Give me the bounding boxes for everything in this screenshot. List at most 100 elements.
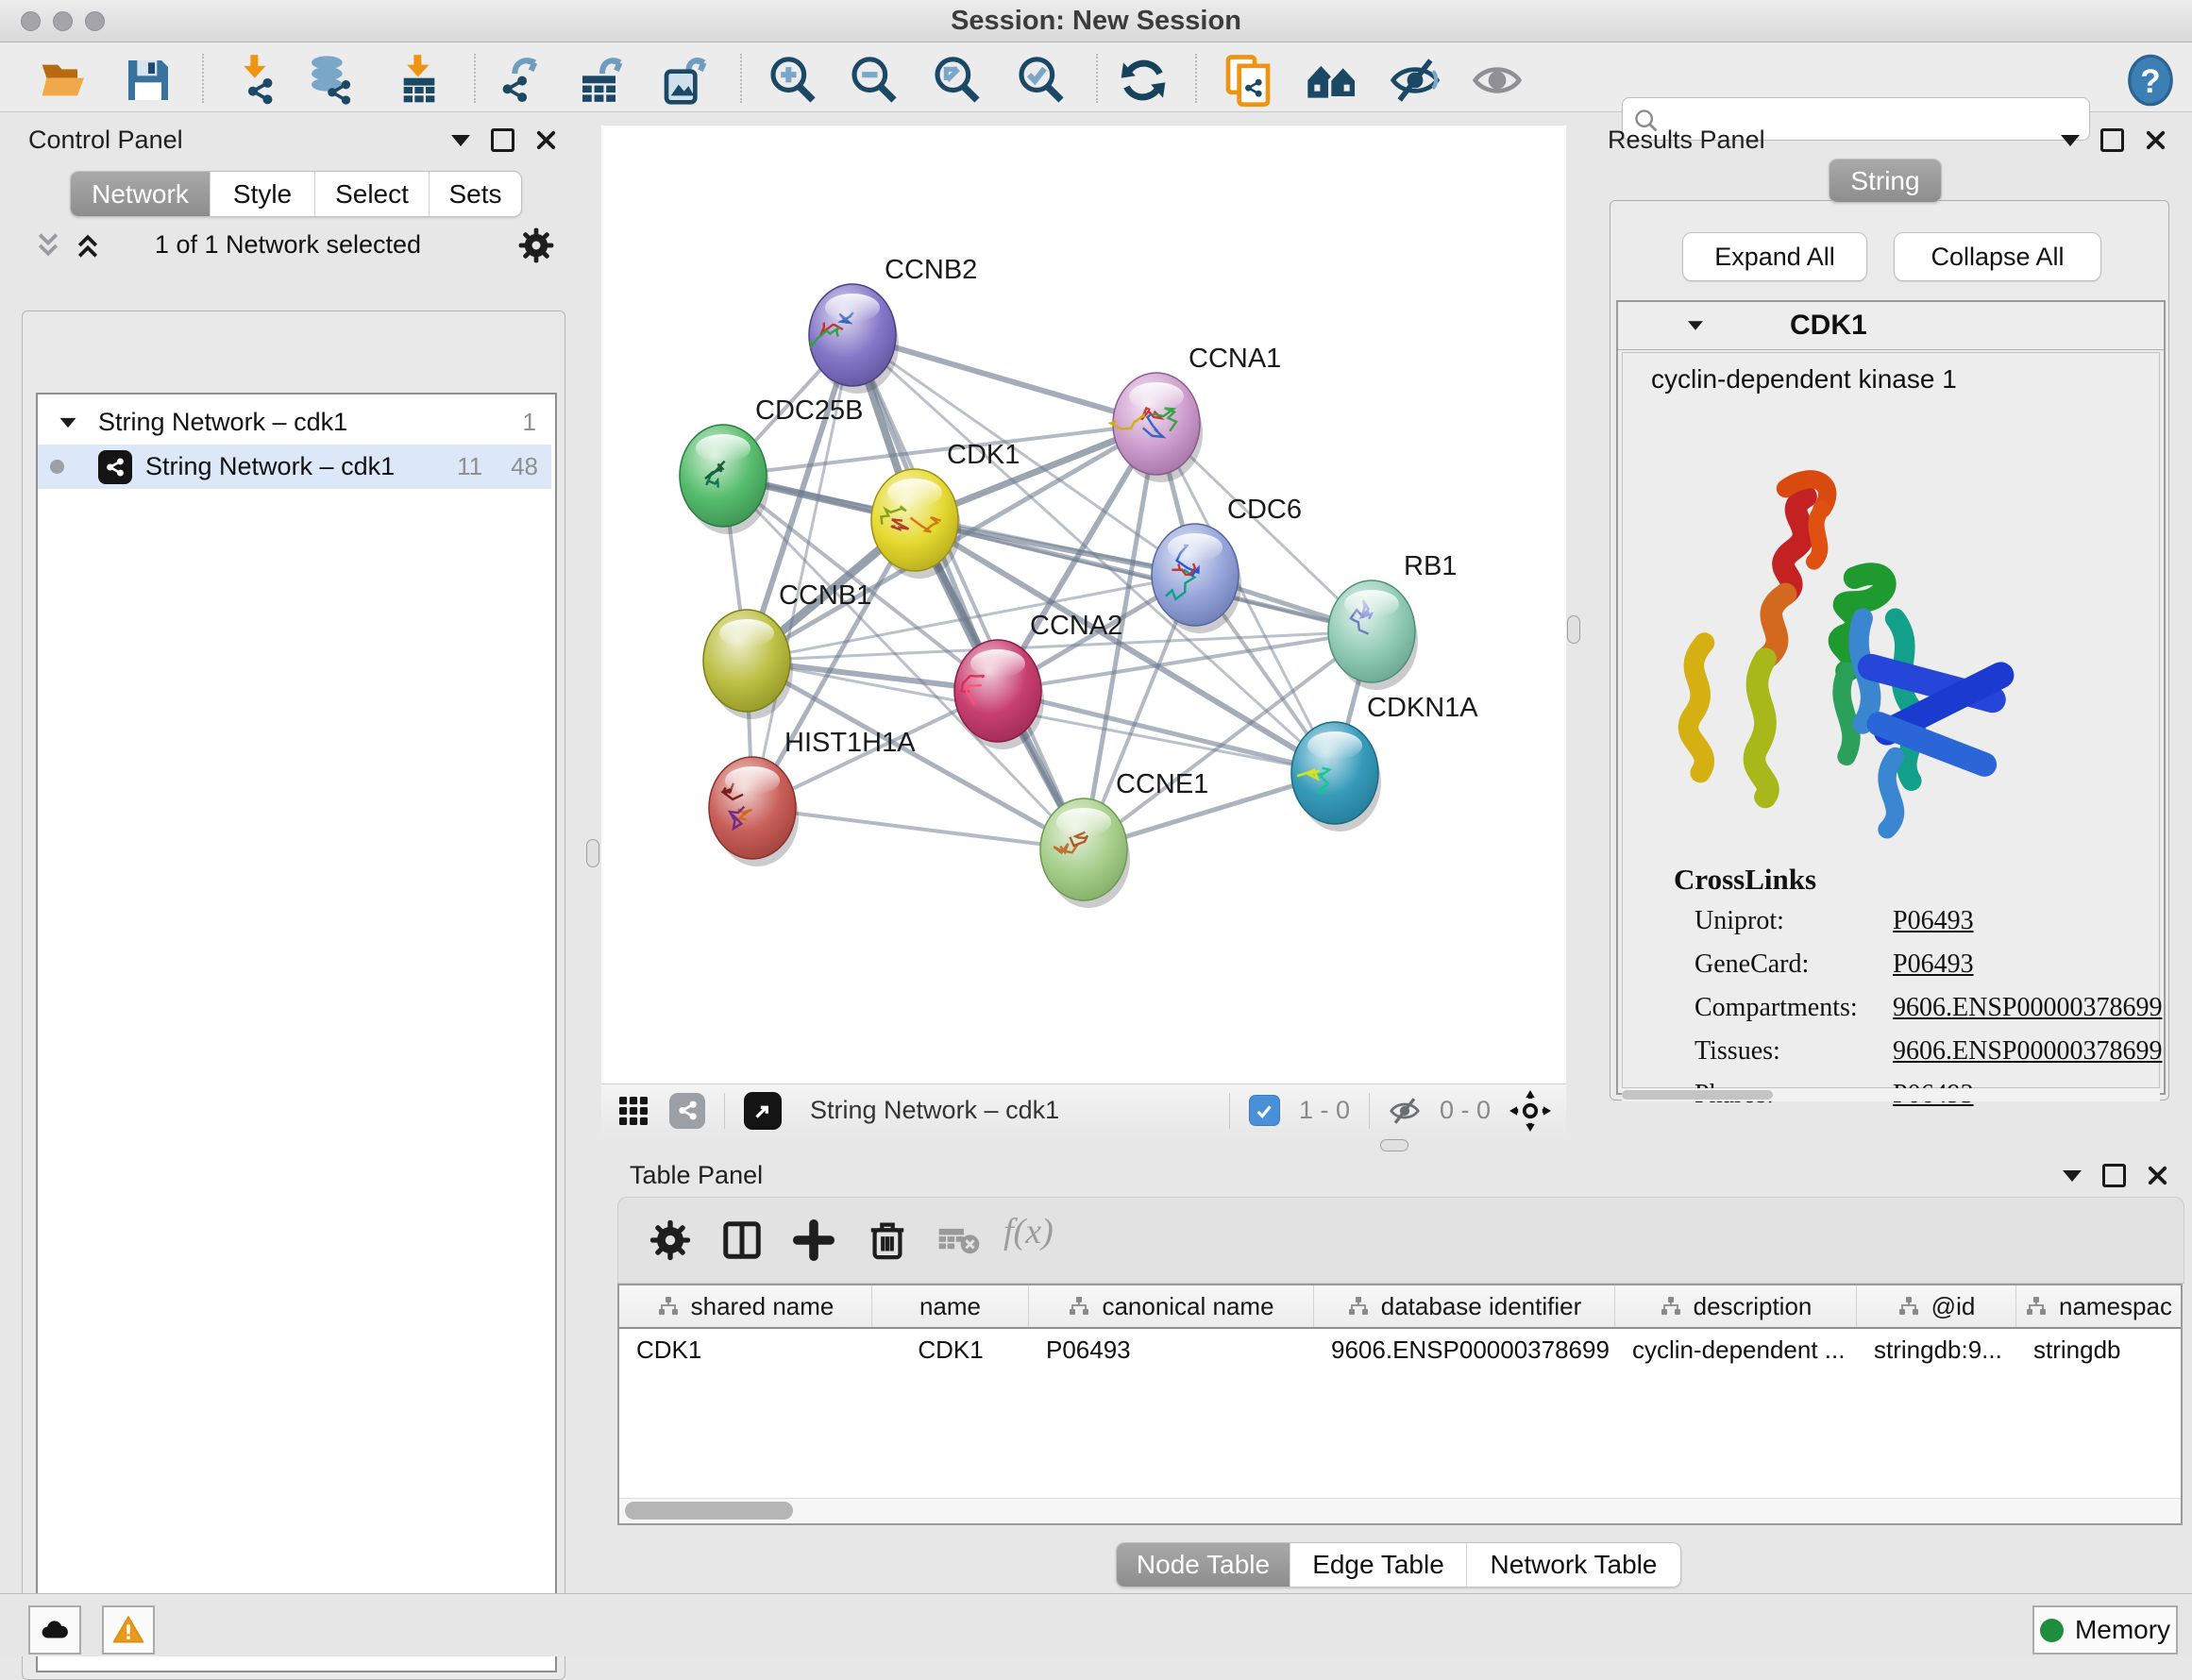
network-node-RB1[interactable] <box>1328 580 1415 682</box>
float-panel-icon[interactable] <box>2061 135 2080 146</box>
cell-id[interactable]: stringdb:9... <box>1857 1329 2016 1370</box>
cell-namespace[interactable]: stringdb <box>2016 1329 2181 1370</box>
network-node-CDC6[interactable] <box>1152 524 1239 626</box>
node-card-header[interactable]: CDK1 <box>1618 302 2164 350</box>
hidden-eye-icon[interactable] <box>1389 1095 1421 1127</box>
collapse-section-icon[interactable] <box>1688 321 1703 330</box>
cell-shared-name[interactable]: CDK1 <box>619 1329 872 1370</box>
close-window-button[interactable] <box>21 11 41 31</box>
crosslink-uniprot-link[interactable]: P06493 <box>1893 906 1974 936</box>
results-hscrollbar[interactable] <box>1622 1088 2160 1101</box>
close-panel-icon[interactable] <box>2147 1165 2168 1186</box>
expand-all-button[interactable]: Expand All <box>1682 232 1867 281</box>
network-tree-root-row[interactable]: String Network – cdk1 1 <box>38 400 551 445</box>
table-row[interactable]: CDK1 CDK1 P06493 9606.ENSP00000378699 cy… <box>619 1329 2181 1370</box>
network-edge[interactable] <box>852 335 1084 849</box>
selected-checkbox[interactable] <box>1249 1095 1280 1126</box>
network-node-CDK1[interactable] <box>871 469 958 571</box>
help-icon[interactable]: ? <box>2124 54 2177 107</box>
close-panel-icon[interactable] <box>535 129 557 151</box>
network-graph[interactable]: CCNB2CCNA1CDC25BCDK1CDC6RB1CCNB1CCNA2CDK… <box>601 126 1566 1084</box>
network-node-CCNA1[interactable] <box>1111 373 1201 475</box>
network-options-gear-icon[interactable] <box>517 227 555 264</box>
crosslink-genecard-link[interactable]: P06493 <box>1893 949 1974 980</box>
import-table-icon[interactable] <box>393 54 446 107</box>
cell-canonical-name[interactable]: P06493 <box>1029 1329 1314 1370</box>
column-header-canonical-name[interactable]: canonical name <box>1029 1285 1314 1327</box>
export-image-icon[interactable] <box>660 54 713 107</box>
crosslink-compartments-link[interactable]: 9606.ENSP00000378699 <box>1893 993 2162 1023</box>
memory-button[interactable]: Memory <box>2032 1605 2178 1655</box>
delete-column-trash-icon[interactable] <box>866 1217 909 1262</box>
network-tree-child-row[interactable]: String Network – cdk1 11 48 <box>38 445 551 489</box>
close-panel-icon[interactable] <box>2145 129 2167 151</box>
zoom-in-icon[interactable] <box>767 54 819 107</box>
collapse-all-chevron-icon[interactable] <box>34 231 62 260</box>
crosslink-tissues-link[interactable]: 9606.ENSP00000378699 <box>1893 1036 2162 1067</box>
column-header-shared-name[interactable]: shared name <box>619 1285 872 1327</box>
cell-description[interactable]: cyclin-dependent ... <box>1615 1329 1857 1370</box>
collapse-all-button[interactable]: Collapse All <box>1894 232 2101 281</box>
table-gear-icon[interactable] <box>649 1218 692 1262</box>
undock-panel-icon[interactable] <box>2100 128 2124 152</box>
show-columns-icon[interactable] <box>720 1218 764 1262</box>
zoom-fit-icon[interactable] <box>931 54 984 107</box>
show-all-eye-icon[interactable] <box>1471 54 1524 107</box>
scrollbar-thumb[interactable] <box>625 1502 793 1520</box>
clone-network-icon[interactable] <box>1222 54 1274 107</box>
network-view-share-icon[interactable] <box>669 1093 705 1129</box>
cloud-button[interactable] <box>28 1605 81 1655</box>
zoom-window-button[interactable] <box>85 11 105 31</box>
horizontal-splitter-handle[interactable] <box>1380 1139 1408 1151</box>
network-node-CCNE1[interactable] <box>1040 798 1127 900</box>
tab-node-table[interactable]: Node Table <box>1117 1543 1290 1587</box>
network-node-CDKN1A[interactable] <box>1291 722 1378 824</box>
tab-string[interactable]: String <box>1829 160 1941 202</box>
tab-sets[interactable]: Sets <box>430 172 521 216</box>
column-header-description[interactable]: description <box>1615 1285 1857 1327</box>
column-header-id[interactable]: @id <box>1857 1285 2016 1327</box>
column-header-name[interactable]: name <box>872 1285 1029 1327</box>
scrollbar-thumb[interactable] <box>1622 1090 1773 1100</box>
network-node-CCNB2[interactable] <box>809 284 896 386</box>
hide-selected-eye-icon[interactable] <box>1389 54 1442 107</box>
save-session-icon[interactable] <box>122 54 175 107</box>
expand-all-chevron-icon[interactable] <box>74 231 102 260</box>
tab-select[interactable]: Select <box>315 172 430 216</box>
birdseye-crosshair-icon[interactable] <box>1509 1090 1551 1132</box>
network-node-HIST1H1A[interactable] <box>709 757 796 859</box>
apply-function-button[interactable]: f(x) <box>1003 1211 1054 1252</box>
import-network-icon[interactable] <box>229 54 282 107</box>
export-network-icon[interactable] <box>493 54 546 107</box>
zoom-out-icon[interactable] <box>848 54 901 107</box>
column-header-database-identifier[interactable]: database identifier <box>1314 1285 1615 1327</box>
network-node-CDC25B[interactable] <box>680 425 767 527</box>
network-node-CCNB1[interactable] <box>703 610 790 712</box>
cell-database-identifier[interactable]: 9606.ENSP00000378699 <box>1314 1329 1615 1370</box>
delete-table-icon[interactable] <box>937 1222 981 1260</box>
refresh-icon[interactable] <box>1117 54 1170 107</box>
tab-network[interactable]: Network <box>71 172 211 216</box>
warnings-button[interactable] <box>102 1605 155 1655</box>
minimize-window-button[interactable] <box>53 11 73 31</box>
export-table-icon[interactable] <box>576 54 629 107</box>
tree-expander-icon[interactable] <box>60 417 76 427</box>
undock-panel-icon[interactable] <box>2102 1164 2126 1187</box>
network-edge[interactable] <box>752 808 1084 849</box>
detach-view-icon[interactable] <box>744 1092 782 1130</box>
tab-style[interactable]: Style <box>211 172 315 216</box>
network-node-CCNA2[interactable] <box>954 640 1041 742</box>
left-splitter-handle[interactable] <box>586 839 599 867</box>
houses-icon[interactable] <box>1306 54 1358 107</box>
table-hscrollbar[interactable] <box>619 1498 2181 1523</box>
undock-panel-icon[interactable] <box>491 128 514 152</box>
tab-network-table[interactable]: Network Table <box>1467 1543 1680 1587</box>
network-canvas[interactable]: CCNB2CCNA1CDC25BCDK1CDC6RB1CCNB1CCNA2CDK… <box>601 126 1566 1084</box>
open-session-icon[interactable] <box>38 54 91 107</box>
add-column-icon[interactable] <box>792 1218 835 1262</box>
cell-name[interactable]: CDK1 <box>872 1329 1029 1370</box>
tab-edge-table[interactable]: Edge Table <box>1290 1543 1467 1587</box>
column-header-namespace[interactable]: namespac <box>2016 1285 2181 1327</box>
float-panel-icon[interactable] <box>451 135 470 146</box>
import-database-icon[interactable] <box>305 54 358 107</box>
